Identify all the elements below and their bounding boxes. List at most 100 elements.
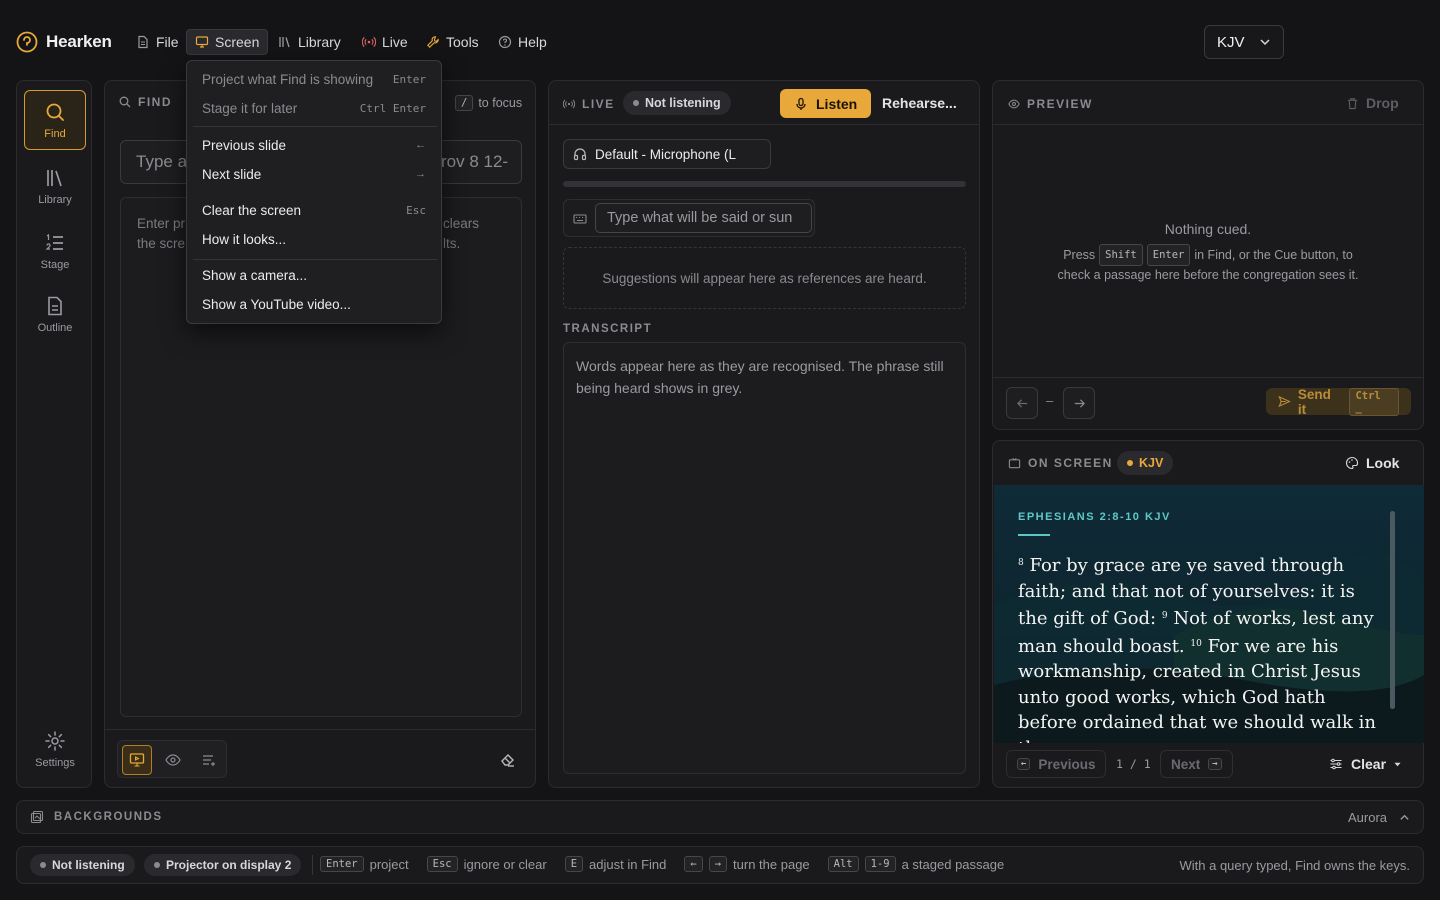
clear-button[interactable]: Clear <box>1329 756 1401 772</box>
menu-library[interactable]: Library <box>270 29 349 55</box>
on-screen-panel: ON SCREEN KJV Look EPHESIANS 2:8-10 KJV … <box>992 440 1424 788</box>
on-screen-header: ON SCREEN KJV Look <box>993 441 1423 485</box>
document-icon <box>48 296 62 315</box>
version-select[interactable]: KJV <box>1204 25 1284 59</box>
menu-tools[interactable]: Tools <box>418 29 487 55</box>
find-footer <box>105 729 535 787</box>
rail-item-label: Library <box>38 193 72 206</box>
eye-icon <box>1008 99 1020 109</box>
slide-page-indicator: 1 / 1 <box>1116 757 1151 771</box>
look-button[interactable]: Look <box>1345 455 1399 471</box>
menu-tools-label: Tools <box>446 34 479 50</box>
rail-item-find[interactable]: Find <box>24 90 86 150</box>
images-icon <box>30 810 44 824</box>
live-panel: LIVE Not listening Listen Rehearse... De… <box>548 80 980 788</box>
menu-item-show-youtube[interactable]: Show a YouTube video... <box>188 290 440 318</box>
eye-icon <box>165 754 181 766</box>
menu-file[interactable]: File <box>128 29 187 55</box>
hint-key: Enter <box>320 856 364 872</box>
rehearse-button[interactable]: Rehearse... <box>882 95 957 111</box>
project-mode-button[interactable] <box>122 745 152 775</box>
menu-live[interactable]: Live <box>354 29 416 55</box>
menu-item-shortcut: ← <box>415 139 426 151</box>
type-what-input[interactable]: Type what will be said or sun <box>595 203 812 233</box>
preview-title: PREVIEW <box>1008 97 1093 111</box>
preview-prev-button[interactable] <box>1006 387 1038 419</box>
menu-screen[interactable]: Screen <box>186 29 269 55</box>
menu-item-stage[interactable]: Stage it for later Ctrl Enter <box>188 94 440 122</box>
hint-text: a staged passage <box>901 856 1005 872</box>
listen-button[interactable]: Listen <box>780 89 872 118</box>
rail-item-library[interactable]: Library <box>24 156 86 216</box>
rail-item-label: Find <box>44 127 66 140</box>
hint-key: E <box>564 856 584 872</box>
live-header: LIVE Not listening Listen Rehearse... <box>549 81 979 125</box>
hint-key: Esc <box>426 856 458 872</box>
drop-button[interactable]: Drop <box>1346 95 1399 111</box>
type-what-placeholder: Type what will be said or sun <box>607 210 793 226</box>
shift-key: Shift <box>1099 244 1143 266</box>
gear-icon <box>45 730 65 751</box>
slide-scrollbar[interactable] <box>1390 511 1395 709</box>
send-it-button[interactable]: Send it Ctrl _ <box>1266 387 1411 417</box>
arrow-left-icon <box>1016 398 1027 408</box>
rail-item-label: Stage <box>40 258 70 271</box>
menu-item-how-it-looks[interactable]: How it looks... <box>188 225 440 253</box>
current-background: Aurora <box>1348 810 1388 825</box>
arrow-right-icon <box>1074 398 1085 408</box>
type-input-group: Type what will be said or sun <box>563 199 815 237</box>
menu-library-label: Library <box>298 34 341 50</box>
help-icon <box>498 35 512 49</box>
menu-item-label: Show a camera... <box>202 267 308 283</box>
preview-mode-button[interactable] <box>158 745 188 775</box>
menu-item-previous-slide[interactable]: Previous slide ← <box>188 131 440 159</box>
menu-item-label: Clear the screen <box>202 202 302 218</box>
find-help-right: clears lts. <box>443 214 479 254</box>
menu-item-project[interactable]: Project what Find is showing Enter <box>188 65 440 93</box>
previous-slide-button[interactable]: ← Previous <box>1006 750 1107 778</box>
menu-item-label: How it looks... <box>202 231 287 247</box>
send-icon <box>1278 395 1291 408</box>
clear-label: Clear <box>1351 756 1387 772</box>
send-it-shortcut: Ctrl _ <box>1349 387 1399 416</box>
menu-screen-label: Screen <box>215 34 260 50</box>
rail-item-outline[interactable]: Outline <box>24 284 86 344</box>
hint-text: project <box>369 856 409 872</box>
rail-item-settings[interactable]: Settings <box>24 719 86 779</box>
find-help-line: lts. <box>443 236 461 251</box>
search-icon <box>119 96 131 108</box>
status-dot <box>1127 460 1133 466</box>
menu-help[interactable]: Help <box>490 29 555 55</box>
find-input-placeholder: Type a <box>136 152 188 171</box>
sliders-icon <box>1330 758 1342 770</box>
cue-hint-text: in Find, or the Cue button, to <box>1194 248 1353 262</box>
preview-next-button[interactable] <box>1063 387 1095 419</box>
microphone-select[interactable]: Default - Microphone (L <box>563 139 771 169</box>
menu-item-next-slide[interactable]: Next slide → <box>188 160 440 188</box>
eraser-button[interactable] <box>499 750 517 768</box>
enter-key: Enter <box>1146 244 1191 266</box>
find-header: FIND <box>119 95 172 109</box>
transcript-placeholder: Words appear here as they are recognised… <box>576 358 944 396</box>
backgrounds-bar[interactable]: BACKGROUNDS Aurora <box>16 800 1424 834</box>
stage-mode-button[interactable] <box>194 745 224 775</box>
hint-key: ← <box>684 856 703 872</box>
menu-item-label: Stage it for later <box>202 100 298 116</box>
menu-item-show-camera[interactable]: Show a camera... <box>188 261 440 289</box>
hint-key: 1-9 <box>864 856 896 872</box>
audio-level-meter <box>563 181 966 187</box>
cue-hint: Press Shift Enter in Find, or the Cue bu… <box>993 244 1423 284</box>
microphone-select-value: Default - Microphone (L <box>595 146 737 162</box>
rail-item-stage[interactable]: Stage <box>24 221 86 281</box>
library-icon <box>47 169 62 186</box>
keyboard-icon <box>573 212 587 226</box>
wrench-icon <box>427 36 439 48</box>
rail-item-label: Settings <box>35 756 75 769</box>
preview-panel: PREVIEW Drop Nothing cued. Press Shift E… <box>992 80 1424 430</box>
suggestions-placeholder: Suggestions will appear here as referenc… <box>602 270 927 286</box>
menu-item-clear-screen[interactable]: Clear the screen Esc <box>188 196 440 224</box>
preview-divider <box>993 377 1423 378</box>
status-dot <box>40 862 46 868</box>
menu-item-label: Project what Find is showing <box>202 71 374 87</box>
next-slide-button[interactable]: Next → <box>1160 750 1233 778</box>
